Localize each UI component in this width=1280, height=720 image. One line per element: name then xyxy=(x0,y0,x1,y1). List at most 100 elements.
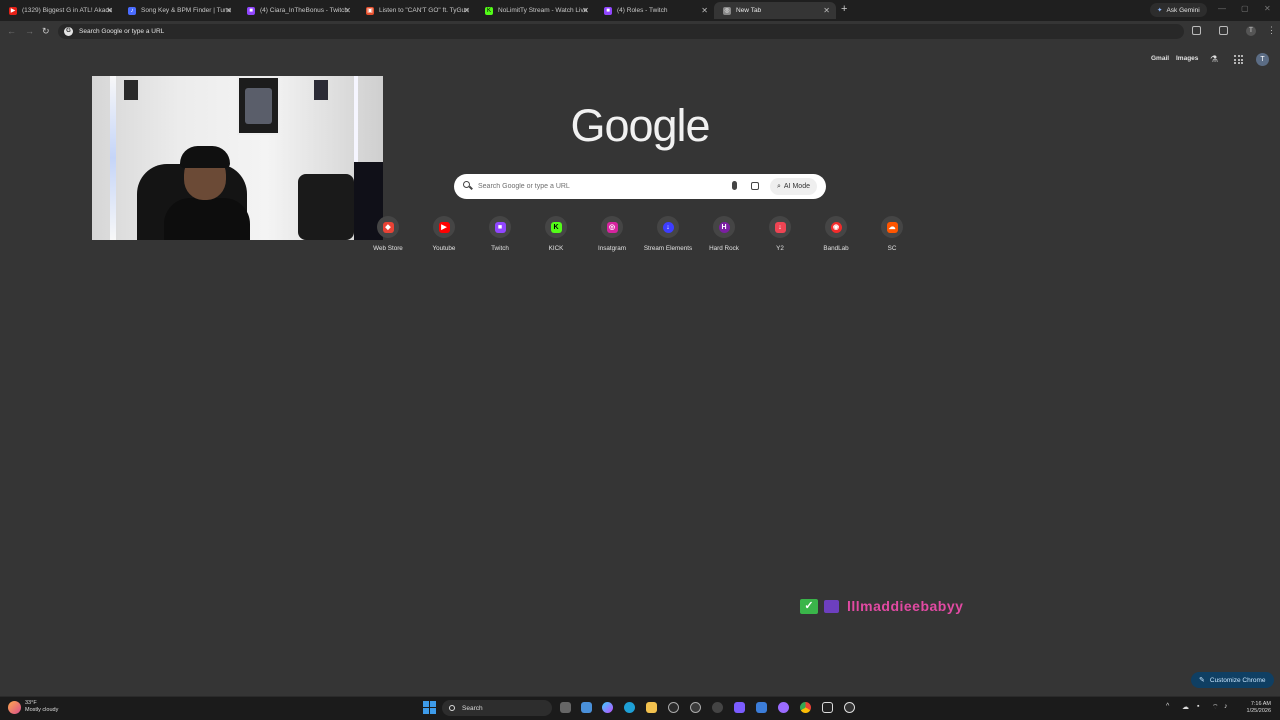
soundcloud-icon: ☁ xyxy=(881,216,903,238)
images-link[interactable]: Images xyxy=(1176,55,1198,62)
edge-icon[interactable] xyxy=(624,702,635,713)
tab-2[interactable]: ■ (4) Ciara_InTheBonus - Twitch ✕ xyxy=(238,2,357,19)
back-icon[interactable]: ← xyxy=(7,26,16,36)
address-bar[interactable]: G Search Google or type a URL xyxy=(58,24,1184,39)
minimize-icon[interactable]: — xyxy=(1218,4,1226,13)
tab-favicon: ▣ xyxy=(366,6,374,15)
google-logo: Google xyxy=(570,100,710,151)
shortcut-bandlab[interactable]: ◉ BandLab xyxy=(808,216,864,252)
app-icon[interactable] xyxy=(668,702,679,713)
close-window-icon[interactable]: ✕ xyxy=(1264,4,1271,13)
customize-chrome-button[interactable]: ✎ Customize Chrome xyxy=(1191,672,1274,688)
shortcut-label: SC xyxy=(887,245,897,252)
chrome-icon[interactable] xyxy=(800,702,811,713)
youtube-icon: ▶ xyxy=(433,216,455,238)
stream-elements-icon: ↓ xyxy=(657,216,679,238)
tab-6[interactable]: ◎ New Tab ✕ xyxy=(714,2,836,19)
forward-icon[interactable]: → xyxy=(25,26,34,36)
shortcut-web-store[interactable]: ◆ Web Store xyxy=(360,216,416,252)
shortcut-label: Stream Elements xyxy=(643,245,693,252)
gmail-link[interactable]: Gmail xyxy=(1151,55,1169,62)
ask-gemini-button[interactable]: ✦ Ask Gemini xyxy=(1150,3,1207,17)
shortcut-kick[interactable]: K KICK xyxy=(528,216,584,252)
ask-gemini-label: Ask Gemini xyxy=(1166,6,1200,14)
close-icon[interactable]: ✕ xyxy=(823,6,830,15)
google-lens-icon[interactable] xyxy=(751,182,759,190)
reload-icon[interactable]: ↻ xyxy=(42,26,50,37)
tab-0[interactable]: ▶ (1329) Biggest G in ATL! Akade ✕ xyxy=(0,2,119,19)
kick-icon: K xyxy=(545,216,567,238)
app-icon[interactable] xyxy=(690,702,701,713)
taskbar-search-label: Search xyxy=(462,704,483,712)
windows-taskbar: 33°F Mostly cloudy Search ^ ☁ ▪ ⌔ ♪ 7:16… xyxy=(0,696,1280,720)
tray-app-icon[interactable]: ▪ xyxy=(1197,703,1199,710)
extensions-icon[interactable] xyxy=(1192,26,1201,35)
shortcut-hard-rock[interactable]: H Hard Rock xyxy=(696,216,752,252)
overlay-username: lllmaddieebabyy xyxy=(847,598,964,614)
labs-flask-icon[interactable]: ⚗ xyxy=(1210,54,1218,65)
file-explorer-icon[interactable] xyxy=(646,702,657,713)
close-icon[interactable]: ✕ xyxy=(106,6,113,15)
windows-start-icon[interactable] xyxy=(423,701,436,714)
volume-icon[interactable]: ♪ xyxy=(1224,703,1228,710)
shortcut-label: Hard Rock xyxy=(709,245,739,252)
menu-icon[interactable]: ⋮ xyxy=(1267,25,1276,36)
wifi-icon[interactable]: ⌔ xyxy=(1212,703,1219,712)
close-icon[interactable]: ✕ xyxy=(701,6,708,15)
gemini-icon: ✦ xyxy=(1157,7,1163,14)
taskbar-search[interactable]: Search xyxy=(442,700,552,716)
tab-4[interactable]: K NoLimitTy Stream - Watch Live ✕ xyxy=(476,2,595,19)
obs-icon[interactable] xyxy=(822,702,833,713)
app-icon[interactable] xyxy=(734,702,745,713)
app-icon[interactable] xyxy=(778,702,789,713)
app-icon[interactable] xyxy=(712,702,723,713)
google-apps-icon[interactable] xyxy=(1234,55,1243,64)
pencil-icon: ✎ xyxy=(1199,677,1205,684)
address-bar-text: Search Google or type a URL xyxy=(79,28,165,35)
tab-1[interactable]: ♪ Song Key & BPM Finder | Tunel ✕ xyxy=(119,2,238,19)
shortcut-label: Web Store xyxy=(373,245,403,252)
weather-temperature: 33°F xyxy=(25,700,37,706)
tab-favicon: ♪ xyxy=(128,6,136,15)
shortcut-label: KICK xyxy=(548,245,564,252)
close-icon[interactable]: ✕ xyxy=(463,6,470,15)
side-panel-icon[interactable] xyxy=(1219,26,1228,35)
media-player-icon[interactable] xyxy=(844,702,855,713)
new-tab-icon[interactable]: + xyxy=(841,3,847,15)
bandlab-icon: ◉ xyxy=(825,216,847,238)
ai-mode-button[interactable]: ⌕ AI Mode xyxy=(770,178,817,195)
tab-favicon: K xyxy=(485,6,493,15)
tab-favicon: ◎ xyxy=(723,6,731,15)
shortcut-y2[interactable]: ↓ Y2 xyxy=(752,216,808,252)
taskbar-clock[interactable]: 7:16 AM 1/25/2026 xyxy=(1237,701,1271,715)
microphone-icon[interactable] xyxy=(732,181,737,190)
tab-favicon: ▶ xyxy=(9,6,17,15)
tab-5[interactable]: ■ (4) Roles - Twitch ✕ xyxy=(595,2,714,19)
close-icon[interactable]: ✕ xyxy=(225,6,232,15)
weather-widget[interactable]: 33°F Mostly cloudy xyxy=(8,700,58,714)
tray-chevron-icon[interactable]: ^ xyxy=(1166,703,1169,710)
browser-toolbar: ← → ↻ G Search Google or type a URL xyxy=(0,21,1280,42)
widgets-icon[interactable] xyxy=(581,702,592,713)
search-input[interactable] xyxy=(478,180,708,193)
account-avatar[interactable]: T xyxy=(1256,53,1269,66)
shortcut-instagram[interactable]: ◎ Insatgram xyxy=(584,216,640,252)
search-icon xyxy=(463,181,470,188)
tab-title: NoLimitTy Stream - Watch Live xyxy=(498,7,588,14)
shortcut-twitch[interactable]: ■ Twitch xyxy=(472,216,528,252)
shortcut-stream-elements[interactable]: ↓ Stream Elements xyxy=(640,216,696,252)
close-icon[interactable]: ✕ xyxy=(582,6,589,15)
profile-avatar[interactable]: T xyxy=(1246,26,1256,36)
app-icon[interactable] xyxy=(756,702,767,713)
weather-icon xyxy=(8,700,21,714)
ai-search-icon: ⌕ xyxy=(777,182,781,190)
shortcut-youtube[interactable]: ▶ Youtube xyxy=(416,216,472,252)
maximize-icon[interactable]: ▢ xyxy=(1241,4,1249,13)
shortcut-soundcloud[interactable]: ☁ SC xyxy=(864,216,920,252)
copilot-icon[interactable] xyxy=(602,702,613,713)
tab-3[interactable]: ▣ Listen to "CAN'T GO" ft. TyGun ✕ xyxy=(357,2,476,19)
task-view-icon[interactable] xyxy=(560,702,571,713)
castle-emote-icon xyxy=(824,599,839,613)
close-icon[interactable]: ✕ xyxy=(344,6,351,15)
onedrive-icon[interactable]: ☁ xyxy=(1182,703,1189,711)
